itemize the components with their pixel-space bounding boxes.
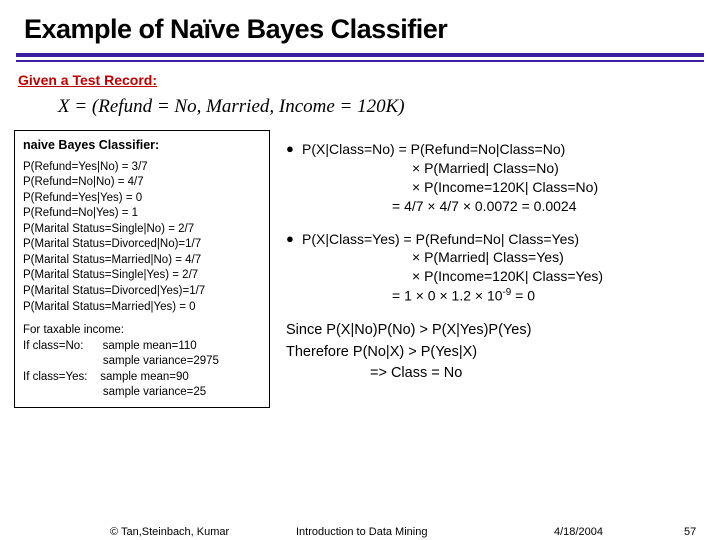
classifier-header: naive Bayes Classifier: <box>23 137 263 154</box>
prob-line: P(Refund=No|Yes) = 1 <box>23 206 263 222</box>
prob-line: P(Marital Status=Married|Yes) = 0 <box>23 300 263 316</box>
slide-title: Example of Naïve Bayes Classifier <box>0 0 720 51</box>
divider-thick <box>16 53 704 57</box>
conclusion-line: Therefore P(No|X) > P(Yes|X) <box>286 342 704 364</box>
prob-line: P(Marital Status=Divorced|Yes)=1/7 <box>23 284 263 300</box>
income-line: sample variance=25 <box>23 385 263 401</box>
calc-line: × P(Income=120K| Class=Yes) <box>302 267 704 286</box>
bullet-2: ● P(X|Class=Yes) = P(Refund=No| Class=Ye… <box>286 230 704 306</box>
prob-line: P(Marital Status=Single|Yes) = 2/7 <box>23 268 263 284</box>
footer-date: 4/18/2004 <box>554 526 603 538</box>
classifier-box: naive Bayes Classifier: P(Refund=Yes|No)… <box>14 130 270 408</box>
prob-line: P(Refund=Yes|No) = 3/7 <box>23 160 263 176</box>
calc-line: P(X|Class=Yes) = P(Refund=No| Class=Yes) <box>302 230 704 249</box>
bullet-1: ● P(X|Class=No) = P(Refund=No|Class=No) … <box>286 140 704 216</box>
prob-line: P(Marital Status=Single|No) = 2/7 <box>23 222 263 238</box>
footer-title: Introduction to Data Mining <box>296 526 427 538</box>
conclusion-line: Since P(X|No)P(No) > P(X|Yes)P(Yes) <box>286 320 704 342</box>
bullet-icon: ● <box>286 140 302 216</box>
prob-line: P(Refund=Yes|Yes) = 0 <box>23 191 263 207</box>
footer-page-number: 57 <box>684 526 696 538</box>
conclusion: Since P(X|No)P(No) > P(X|Yes)P(Yes) Ther… <box>286 320 704 385</box>
calc-line: = 1 × 0 × 1.2 × 10-9 = 0 <box>302 286 704 306</box>
bullet-icon: ● <box>286 230 302 306</box>
calc-line: × P(Married| Class=Yes) <box>302 248 704 267</box>
calc-line: × P(Income=120K| Class=No) <box>302 178 704 197</box>
income-line: If class=Yes: sample mean=90 <box>23 370 263 386</box>
income-header: For taxable income: <box>23 323 263 339</box>
conclusion-result: => Class = No <box>286 363 704 385</box>
prob-line: P(Marital Status=Divorced|No)=1/7 <box>23 237 263 253</box>
test-record: X = (Refund = No, Married, Income = 120K… <box>0 94 720 126</box>
calc-line: = 4/7 × 4/7 × 0.0072 = 0.0024 <box>302 197 704 216</box>
computation-column: ● P(X|Class=No) = P(Refund=No|Class=No) … <box>270 130 710 408</box>
calc-line: P(X|Class=No) = P(Refund=No|Class=No) <box>302 140 704 159</box>
income-line: sample variance=2975 <box>23 354 263 370</box>
income-line: If class=No: sample mean=110 <box>23 339 263 355</box>
prob-line: P(Refund=No|No) = 4/7 <box>23 175 263 191</box>
footer-copyright: © Tan,Steinbach, Kumar <box>110 526 229 538</box>
given-label: Given a Test Record: <box>0 62 720 94</box>
prob-line: P(Marital Status=Married|No) = 4/7 <box>23 253 263 269</box>
calc-line: × P(Married| Class=No) <box>302 159 704 178</box>
